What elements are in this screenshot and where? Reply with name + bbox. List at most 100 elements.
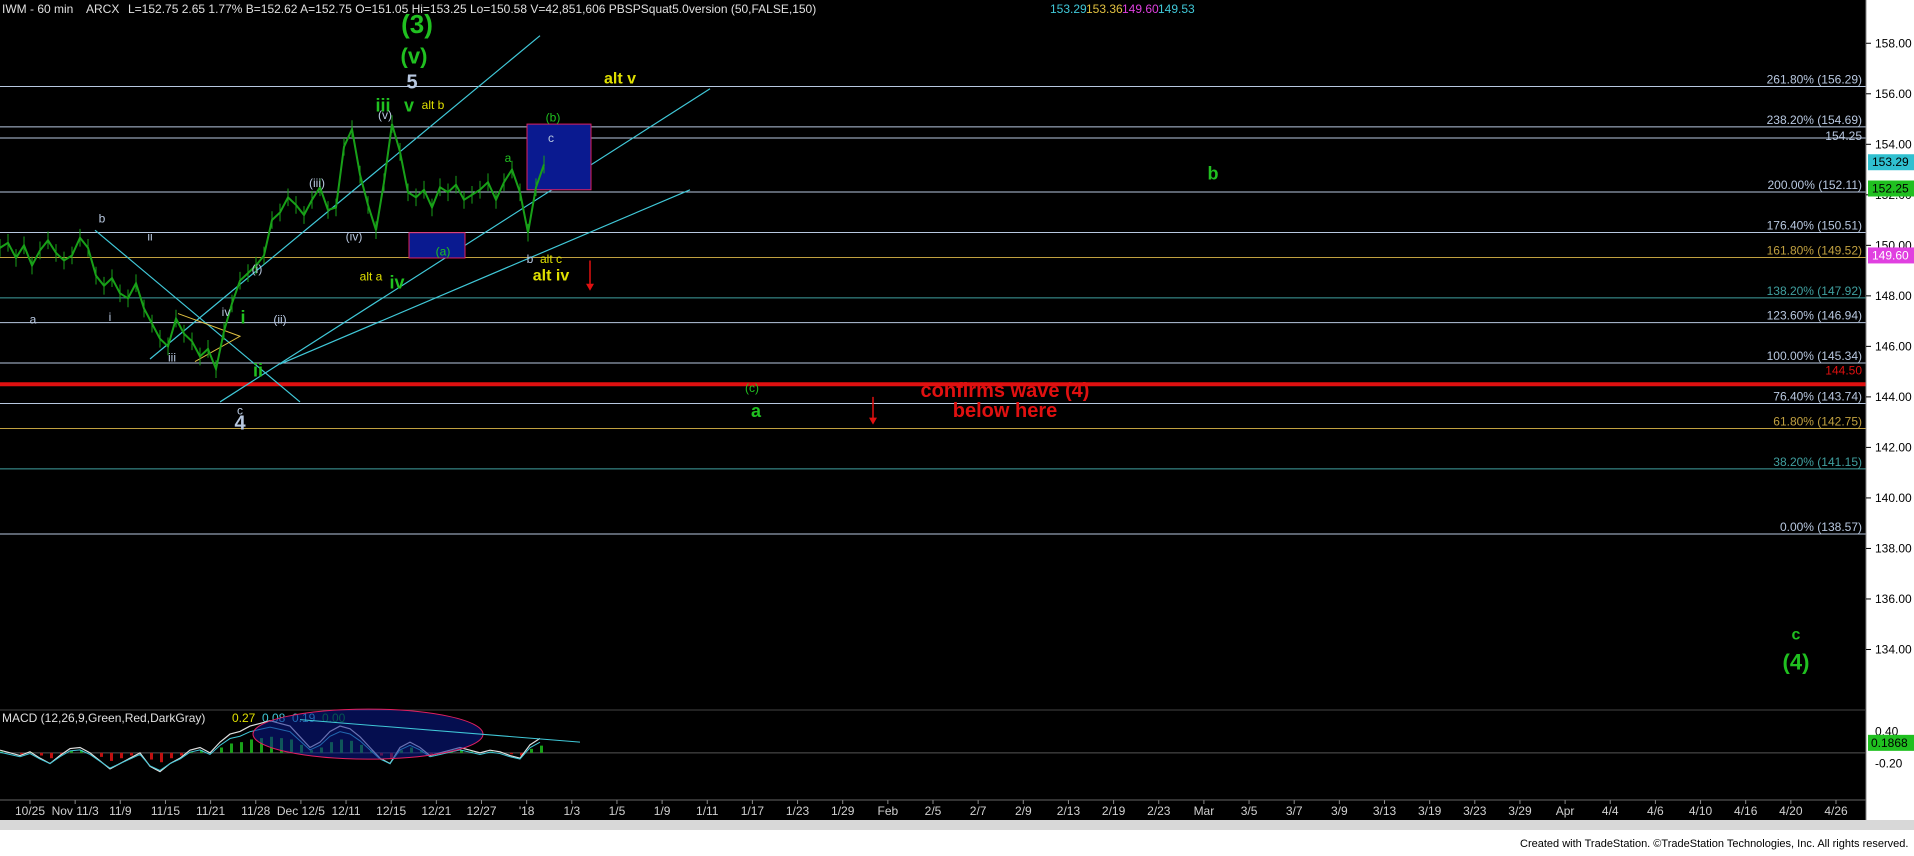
macd-current: 0.1868 — [1871, 736, 1908, 750]
wave-label-32: (c) — [745, 381, 759, 395]
macd-hist-18 — [180, 752, 183, 756]
macd-hist-22 — [220, 747, 223, 753]
macd-hist-17 — [170, 752, 173, 759]
x-tick-label-35: 4/4 — [1602, 804, 1619, 818]
x-tick-label-6: Dec 12/5 — [277, 804, 325, 818]
macd-hist-16 — [160, 752, 163, 763]
wave-label-11: (iii) — [309, 176, 325, 190]
wave-label-18: alt a — [360, 270, 383, 284]
time-axis[interactable]: 10/25 Nov 11/3 11/9 11/15 11/21 11/28 Dec 12/5… — [0, 799, 1866, 818]
footer-credit: Created with TradeStation. ©TradeStation… — [1520, 838, 1909, 850]
target-box-b — [526, 123, 592, 191]
macd-panel: MACD (12,26,9,Green,Red,DarkGray) 0.27 0.… — [0, 708, 1866, 773]
x-tick-label-22: 2/9 — [1015, 804, 1032, 818]
main-plot: 261.80% (156.29) 238.20% (154.69) 200.00% … — [0, 9, 1866, 675]
channel-line-0 — [149, 35, 541, 360]
y-tick-label-0: 158.00 — [1875, 36, 1912, 50]
x-tick-label-4: 11/21 — [196, 804, 225, 818]
x-tick-label-12: 1/3 — [563, 804, 580, 818]
x-tick-label-16: 1/17 — [741, 804, 765, 818]
x-tick-label-36: 4/6 — [1647, 804, 1664, 818]
x-tick-label-3: 11/15 — [151, 804, 180, 818]
x-tick-label-17: 1/23 — [786, 804, 810, 818]
wave-label-2: 5 — [406, 72, 417, 94]
x-tick-label-10: 12/27 — [466, 804, 496, 818]
y-tick-label-9: 140.00 — [1875, 491, 1912, 505]
wave-label-35: below here — [953, 400, 1057, 422]
x-tick-label-38: 4/16 — [1734, 804, 1758, 818]
divergence-ellipse — [252, 708, 484, 760]
fib-label-6: 123.60% (146.94) — [1767, 309, 1862, 323]
wave-label-21: ii — [147, 229, 152, 243]
channel-line-2 — [279, 189, 691, 365]
x-tick-label-32: 3/23 — [1463, 804, 1487, 818]
y-tick-label-12: 134.00 — [1875, 642, 1912, 656]
macd-hist-12 — [120, 752, 123, 759]
wave-label-9: b — [1208, 164, 1219, 184]
header-indicator-3: 149.53 — [1158, 2, 1195, 16]
x-tick-label-7: 12/11 — [331, 804, 360, 818]
x-tick-label-40: 4/26 — [1824, 804, 1848, 818]
wave-label-5: alt b — [422, 98, 445, 112]
y-tick-label-10: 138.00 — [1875, 541, 1912, 555]
price-badge-0: 153.29 — [1872, 155, 1909, 169]
x-tick-label-29: 3/9 — [1331, 804, 1348, 818]
macd-hist-5 — [50, 752, 53, 759]
wave-label-13: (a) — [436, 244, 451, 258]
macd-hist-10 — [100, 752, 103, 757]
x-tick-label-23: 2/13 — [1057, 804, 1081, 818]
wave-label-37: (4) — [1783, 650, 1810, 675]
fib-label-10: 38.20% (141.15) — [1773, 455, 1862, 469]
fib-label-5: 138.20% (147.92) — [1767, 284, 1862, 298]
x-tick-label-14: 1/9 — [654, 804, 671, 818]
horizontal-scrollbar[interactable] — [0, 820, 1914, 830]
y-tick-label-11: 136.00 — [1875, 592, 1912, 606]
wave-label-19: iv — [389, 272, 404, 292]
x-tick-label-2: 11/9 — [109, 804, 132, 818]
x-tick-label-30: 3/13 — [1373, 804, 1397, 818]
x-tick-label-13: 1/5 — [609, 804, 626, 818]
wave-label-1: (v) — [401, 43, 428, 68]
wave-label-29: ii — [253, 361, 263, 381]
fib-label-1: 238.20% (154.69) — [1767, 113, 1862, 127]
fib-label-4: 161.80% (149.52) — [1767, 243, 1862, 257]
y-tick-label-8: 142.00 — [1875, 440, 1912, 454]
fib-label-9: 61.80% (142.75) — [1773, 414, 1862, 428]
wave-label-17: alt iv — [533, 268, 570, 285]
wave-label-6: alt v — [604, 71, 636, 88]
macd-label: MACD (12,26,9,Green,Red,DarkGray) — [2, 711, 205, 725]
x-tick-label-1: Nov 11/3 — [52, 804, 99, 818]
macd-hist-53 — [530, 748, 533, 753]
price-axis[interactable]: 158.00156.00154.00152.00150.00148.00146.… — [1865, 0, 1914, 820]
macd-hist-24 — [240, 742, 243, 753]
wave-label-33: a — [751, 401, 762, 421]
wave-label-14: a — [505, 151, 512, 165]
red-arrow-head-0 — [586, 283, 594, 291]
macd-hist-11 — [110, 752, 113, 761]
macd-hist-15 — [150, 752, 153, 760]
wave-label-34: confirms wave (4) — [921, 380, 1090, 402]
x-tick-label-15: 1/11 — [696, 804, 719, 818]
wave-label-15: b — [527, 252, 534, 266]
wave-label-31: 4 — [234, 413, 246, 435]
x-tick-label-19: Feb — [878, 804, 899, 818]
header-stats: L=152.75 2.65 1.77% B=152.62 A=152.75 O=… — [128, 2, 816, 16]
x-tick-label-39: 4/20 — [1779, 804, 1803, 818]
level-label-154: 154.25 — [1825, 129, 1862, 143]
x-tick-label-28: 3/7 — [1286, 804, 1303, 818]
x-tick-label-0: 10/25 — [15, 804, 45, 818]
x-tick-label-31: 3/19 — [1418, 804, 1442, 818]
fib-label-3: 176.40% (150.51) — [1767, 218, 1862, 232]
wave-label-23: (ii) — [273, 313, 286, 327]
fib-label-0: 261.80% (156.29) — [1767, 72, 1862, 86]
y-tick-label-1: 156.00 — [1875, 87, 1912, 101]
wave-label-8: c — [548, 131, 554, 145]
y-tick-label-7: 144.00 — [1875, 390, 1912, 404]
x-tick-label-26: Mar — [1194, 804, 1215, 818]
x-tick-label-24: 2/19 — [1102, 804, 1126, 818]
wave-label-26: i — [109, 310, 112, 324]
x-tick-label-33: 3/29 — [1508, 804, 1532, 818]
channel-line-3 — [94, 229, 301, 403]
header-indicator-1: 153.36 — [1086, 2, 1123, 16]
macd-hist-13 — [130, 752, 133, 756]
